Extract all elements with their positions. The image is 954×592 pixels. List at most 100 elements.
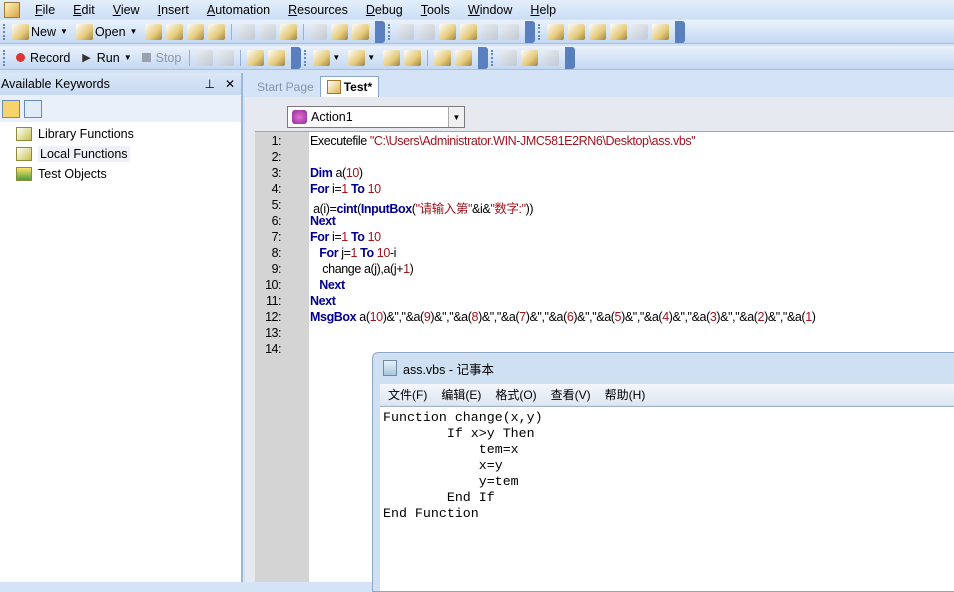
new-icon[interactable] [12, 23, 29, 40]
chevron-down-icon[interactable]: ▼ [448, 107, 464, 127]
save-all-icon[interactable] [166, 23, 184, 40]
comment-icon[interactable] [521, 49, 539, 66]
toolbar-options[interactable] [375, 20, 386, 43]
menu-edit[interactable]: Edit [64, 3, 104, 17]
stop-icon[interactable] [141, 53, 151, 62]
menu-view[interactable]: View [104, 3, 149, 17]
run-icon[interactable]: ▶ [82, 51, 90, 64]
active-screen-icon[interactable] [652, 23, 670, 40]
debug-icon[interactable] [542, 49, 560, 66]
find-icon[interactable] [439, 23, 457, 40]
dropdown-icon[interactable]: ▼ [367, 53, 375, 62]
results-icon[interactable] [247, 49, 265, 66]
code-line[interactable]: change a(j),a(j+1) [310, 262, 414, 278]
run-button[interactable]: Run [97, 51, 120, 65]
new-dropdown-icon[interactable]: ▼ [60, 27, 68, 36]
mouse-icon[interactable] [196, 49, 214, 66]
menu-resources[interactable]: Resources [279, 3, 357, 17]
save-test-icon[interactable] [187, 23, 205, 40]
step-into-icon[interactable] [434, 49, 452, 66]
notepad-menu-edit[interactable]: 编辑(E) [441, 386, 481, 403]
close-icon[interactable]: ✕ [225, 77, 235, 91]
code-line[interactable]: MsgBox a(10)&","&a(9)&","&a(8)&","&a(7)&… [310, 310, 816, 326]
record-icon[interactable] [16, 53, 25, 62]
notepad-text-area[interactable]: Function change(x,y) If x>y Then tem=x x… [380, 406, 954, 591]
insert-step-icon[interactable] [313, 49, 331, 66]
notepad-title-bar[interactable]: ass.vbs - 记事本 [373, 353, 954, 383]
tab-start-page[interactable]: Start Page [251, 77, 320, 97]
copy-icon[interactable] [259, 23, 277, 40]
code-line[interactable]: Next [310, 214, 336, 230]
toolbar-options[interactable] [478, 46, 489, 69]
code-line[interactable]: Next [310, 278, 345, 294]
notepad-menu-view[interactable]: 查看(V) [551, 386, 591, 403]
menu-automation[interactable]: Automation [198, 3, 279, 17]
redo-icon[interactable] [418, 23, 436, 40]
spelling-icon[interactable] [502, 23, 520, 40]
notepad-menu-file[interactable]: 文件(F) [388, 386, 427, 403]
paste-icon[interactable] [280, 23, 298, 40]
menu-tools[interactable]: Tools [412, 3, 459, 17]
action-select[interactable]: Action1 ▼ [287, 106, 465, 128]
toolbar-grip[interactable] [388, 23, 392, 40]
save-icon[interactable] [145, 23, 163, 40]
record-button[interactable]: Record [30, 51, 70, 65]
toolbar-options[interactable] [291, 46, 302, 69]
step-out-icon[interactable] [455, 49, 473, 66]
menu-debug[interactable]: Debug [357, 3, 412, 17]
code-line[interactable]: Executefile "C:\Users\Administrator.WIN-… [310, 134, 696, 150]
dropdown-icon[interactable]: ▼ [332, 53, 340, 62]
database-icon[interactable] [268, 49, 286, 66]
new-button[interactable]: New [31, 25, 56, 39]
notepad-menu-help[interactable]: 帮助(H) [605, 386, 646, 403]
code-line[interactable]: For j=1 To 10-i [310, 246, 396, 262]
tab-test[interactable]: Test* [319, 76, 380, 97]
menu-window[interactable]: Window [459, 3, 521, 17]
toolbar-grip[interactable] [3, 23, 7, 40]
list-icon[interactable] [500, 49, 518, 66]
object-repository-icon[interactable] [547, 23, 565, 40]
action-icon[interactable] [348, 49, 366, 66]
menu-help[interactable]: Help [521, 3, 565, 17]
tree-item-library-functions[interactable]: Library Functions [0, 124, 241, 144]
pin-icon[interactable]: ⊥ [204, 77, 214, 91]
test-flow-icon[interactable] [568, 23, 586, 40]
call-action-icon[interactable] [383, 49, 401, 66]
grid-icon[interactable] [589, 23, 607, 40]
toolbar-options[interactable] [675, 20, 686, 43]
code-line[interactable]: For i=1 To 10 [310, 182, 381, 198]
tools-icon[interactable] [631, 23, 649, 40]
toolbar-grip[interactable] [3, 49, 7, 66]
resources-icon[interactable] [610, 23, 628, 40]
tree-item-test-objects[interactable]: Test Objects [0, 164, 241, 184]
stop-button[interactable]: Stop [156, 51, 182, 65]
menu-file[interactable]: File [26, 3, 64, 17]
open-icon[interactable] [75, 23, 93, 40]
toolbar-grip[interactable] [304, 49, 308, 66]
menu-insert[interactable]: Insert [149, 3, 198, 17]
replace-icon[interactable] [460, 23, 478, 40]
tree-item-local-functions[interactable]: Local Functions [0, 144, 241, 164]
properties-icon[interactable] [310, 23, 328, 40]
view-by-category-icon[interactable] [2, 99, 20, 118]
open-dropdown-icon[interactable]: ▼ [130, 27, 138, 36]
undo-icon[interactable] [397, 23, 415, 40]
print-icon[interactable] [208, 23, 226, 40]
code-line[interactable]: Dim a(10) [310, 166, 363, 182]
pointer-icon[interactable] [217, 49, 235, 66]
run-dropdown-icon[interactable]: ▼ [124, 53, 132, 62]
toolbar-options[interactable] [525, 20, 536, 43]
data-table-icon[interactable] [331, 23, 349, 40]
toolbar-grip[interactable] [491, 49, 495, 66]
binoculars-icon[interactable] [481, 23, 499, 40]
code-line[interactable]: a(i)=cint(InputBox("请输入第"&i&"数字:")) [310, 198, 534, 216]
cut-icon[interactable] [238, 23, 256, 40]
toolbar-options[interactable] [565, 46, 576, 69]
code-line[interactable]: For i=1 To 10 [310, 230, 381, 246]
split-action-icon[interactable] [404, 49, 422, 66]
open-button[interactable]: Open [95, 25, 126, 39]
checkpoint-icon[interactable] [352, 23, 370, 40]
view-alphabetical-icon[interactable] [24, 99, 42, 118]
code-line[interactable]: Next [310, 294, 336, 310]
notepad-menu-format[interactable]: 格式(O) [495, 386, 536, 403]
